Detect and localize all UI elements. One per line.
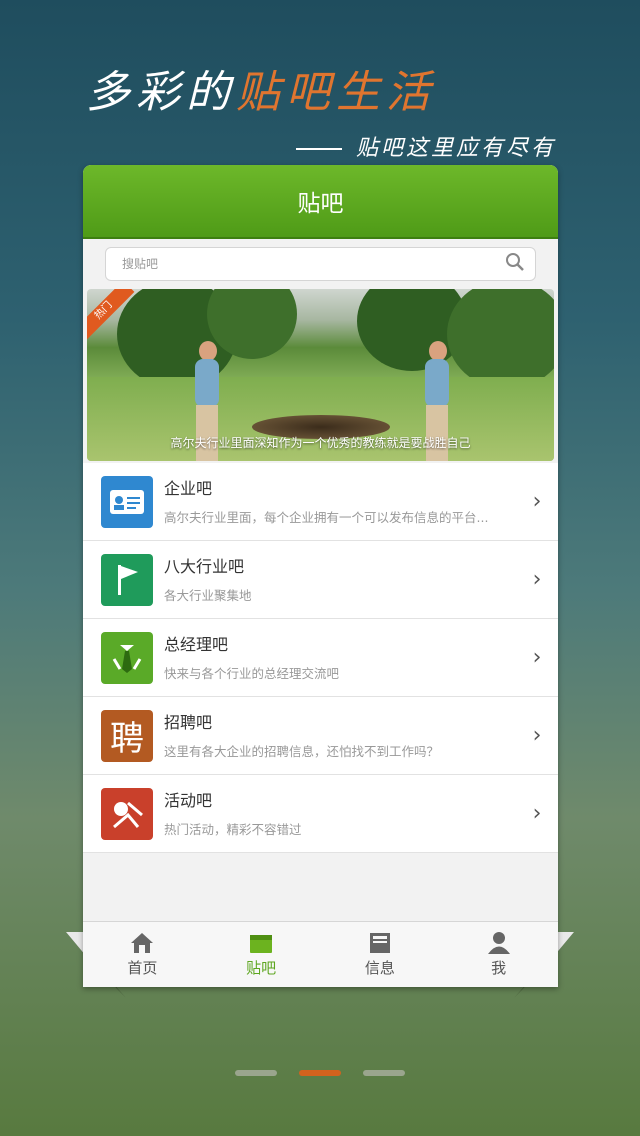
tab-label: 信息 <box>364 959 395 977</box>
chevron-right-icon: › <box>532 645 542 670</box>
promo-headline: 多彩的贴吧生活 <box>86 56 436 120</box>
item-desc: 热门活动，精彩不容错过 <box>164 821 302 837</box>
tagline-dash <box>295 148 342 150</box>
home-icon <box>131 933 154 953</box>
item-title: 招聘吧 <box>164 712 213 732</box>
item-title: 八大行业吧 <box>164 556 245 576</box>
search-box[interactable] <box>105 247 536 281</box>
chevron-right-icon: › <box>532 489 542 514</box>
page-dot[interactable] <box>363 1070 405 1076</box>
tab-label: 首页 <box>127 959 158 977</box>
hot-banner[interactable]: 热门 高尔夫行业里面深知作为一个优秀的教练就是要战胜自己 <box>87 289 554 461</box>
tab-label: 我 <box>491 959 507 977</box>
item-desc: 高尔夫行业里面，每个企业拥有一个可以发布信息的平台... <box>164 509 489 525</box>
headline-accent: 贴吧生活 <box>236 67 436 118</box>
list-item-activities[interactable]: 活动吧 热门活动，精彩不容错过 › <box>83 775 558 853</box>
flag-icon <box>101 553 153 606</box>
item-title: 企业吧 <box>164 478 213 498</box>
app-title: 贴吧 <box>297 191 344 217</box>
id-card-icon <box>101 475 153 528</box>
news-icon <box>369 933 390 953</box>
list-item-industries[interactable]: 八大行业吧 各大行业聚集地 › <box>83 541 558 619</box>
page-dot[interactable] <box>235 1070 277 1076</box>
search-area <box>83 239 558 289</box>
hire-icon-text: 聘 <box>110 719 144 759</box>
item-desc: 各大行业聚集地 <box>164 587 252 603</box>
tab-home[interactable]: 首页 <box>83 922 202 987</box>
folder-icon <box>250 935 273 953</box>
bottom-tab-bar: 首页 贴吧 信息 我 <box>83 921 558 987</box>
page-indicator <box>0 1070 640 1076</box>
tree-decoration <box>447 289 554 389</box>
page-dot-active[interactable] <box>299 1070 341 1076</box>
headline-white: 多彩的 <box>86 67 236 118</box>
hire-icon: 聘 <box>101 709 153 762</box>
phone-screen: 贴吧 热门 高尔夫行业里面深知作为一个优秀的教练就是要战胜自己 企业吧 <box>83 165 558 987</box>
golf-flag-icon <box>101 787 153 840</box>
tab-label: 贴吧 <box>246 959 277 977</box>
tie-icon <box>101 631 153 684</box>
chevron-right-icon: › <box>532 723 542 748</box>
item-title: 总经理吧 <box>164 634 229 654</box>
tab-tieba[interactable]: 贴吧 <box>202 922 321 987</box>
search-icon[interactable] <box>505 252 525 276</box>
item-desc: 快来与各个行业的总经理交流吧 <box>164 665 340 681</box>
item-title: 活动吧 <box>164 790 213 810</box>
person-icon <box>487 932 510 954</box>
tagline-text: 贴吧这里应有尽有 <box>355 136 556 161</box>
search-input[interactable] <box>120 256 505 272</box>
tab-me[interactable]: 我 <box>439 922 558 987</box>
item-desc: 这里有各大企业的招聘信息，还怕找不到工作吗？ <box>164 743 440 759</box>
chevron-right-icon: › <box>532 567 542 592</box>
list-item-enterprise[interactable]: 企业吧 高尔夫行业里面，每个企业拥有一个可以发布信息的平台... › <box>83 463 558 541</box>
list-item-general-manager[interactable]: 总经理吧 快来与各个行业的总经理交流吧 › <box>83 619 558 697</box>
forum-list: 企业吧 高尔夫行业里面，每个企业拥有一个可以发布信息的平台... › 八大行业吧… <box>83 463 558 853</box>
banner-caption: 高尔夫行业里面深知作为一个优秀的教练就是要战胜自己 <box>170 436 471 450</box>
promo-tagline: 贴吧这里应有尽有 <box>295 130 556 162</box>
app-bar: 贴吧 <box>83 165 558 239</box>
tab-info[interactable]: 信息 <box>321 922 440 987</box>
list-item-recruitment[interactable]: 聘 招聘吧 这里有各大企业的招聘信息，还怕找不到工作吗？ › <box>83 697 558 775</box>
chevron-right-icon: › <box>532 801 542 826</box>
